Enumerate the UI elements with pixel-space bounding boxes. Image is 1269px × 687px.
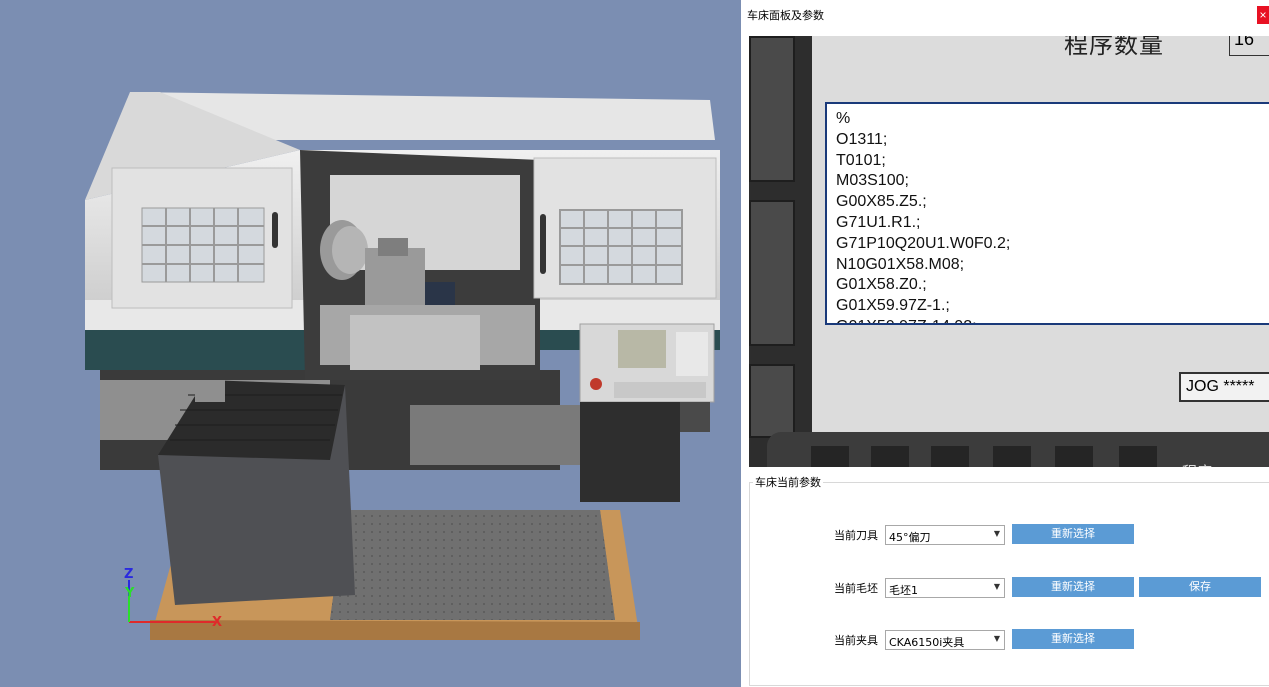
chevron-down-icon: ▼: [993, 529, 1000, 538]
program-line: O1311;: [836, 130, 888, 148]
close-button[interactable]: ×: [1257, 6, 1269, 24]
program-count-title: 程序数量: [1064, 36, 1164, 59]
program-count-box: 16: [1229, 36, 1269, 56]
lathe-params-group: 车床当前参数 当前刀具 45°偏刀 ▼ 重新选择 当前毛坯 毛坯1 ▼ 重新选择…: [749, 474, 1269, 687]
program-code-area[interactable]: % O1311; T0101; M03S100; G00X85.Z5.; G71U1.R1…: [825, 102, 1269, 325]
blank-save-button[interactable]: 保存: [1139, 577, 1261, 597]
tool-label: 当前刀具: [834, 529, 878, 542]
softkey-2[interactable]: [871, 446, 909, 467]
cnc-side-key-2[interactable]: [749, 200, 795, 346]
lathe-panel-window: 车床面板及参数 × 程序数量 16 % O1311; T0101; M03S100; G…: [741, 0, 1269, 687]
fixture-label: 当前夹具: [834, 634, 878, 647]
cnc-side-key-3[interactable]: [749, 364, 795, 438]
softkey-6[interactable]: [1119, 446, 1157, 467]
program-line: G01X58.Z0.;: [836, 276, 927, 294]
program-line: T0101;: [836, 151, 886, 169]
program-line: %: [836, 110, 851, 127]
y-axis-label: Y: [125, 586, 135, 601]
softkey-5[interactable]: [1055, 446, 1093, 467]
program-line: N10G01X58.M08;: [836, 255, 965, 273]
program-line: G71P10Q20U1.W0F0.2;: [836, 234, 1011, 252]
fixture-select[interactable]: CKA6150i夹具 ▼: [885, 630, 1005, 650]
fixture-reselect-button[interactable]: 重新选择: [1012, 629, 1134, 649]
blank-select[interactable]: 毛坯1 ▼: [885, 578, 1005, 598]
panel-title: 车床面板及参数: [747, 9, 824, 22]
cnc-screen: 程序数量 16 % O1311; T0101; M03S100; G00X85.Z5.;…: [812, 36, 1269, 432]
tool-select-value: 45°偏刀: [889, 531, 931, 544]
softkey-program-label[interactable]: 程序: [1182, 461, 1212, 467]
cnc-panel: 程序数量 16 % O1311; T0101; M03S100; G00X85.Z5.;…: [749, 36, 1269, 467]
blank-label: 当前毛坯: [834, 582, 878, 595]
cnc-side-key-1[interactable]: [749, 36, 795, 182]
program-line: G01X59.97Z-1.;: [836, 297, 950, 315]
program-line: G00X85.Z5.;: [836, 193, 927, 211]
tool-select[interactable]: 45°偏刀 ▼: [885, 525, 1005, 545]
lathe-model[interactable]: [0, 0, 741, 687]
params-legend: 车床当前参数: [753, 474, 823, 490]
softkey-4[interactable]: [993, 446, 1031, 467]
mode-status: JOG *****: [1179, 372, 1269, 402]
chevron-down-icon: ▼: [993, 582, 1000, 591]
z-axis-label: Z: [124, 567, 134, 582]
fixture-select-value: CKA6150i夹具: [889, 636, 965, 649]
softkey-3[interactable]: [931, 446, 969, 467]
chevron-down-icon: ▼: [993, 634, 1000, 643]
tool-post: [365, 248, 425, 308]
tool-reselect-button[interactable]: 重新选择: [1012, 524, 1134, 544]
3d-viewport[interactable]: Z Y X: [0, 0, 741, 687]
blank-reselect-button[interactable]: 重新选择: [1012, 577, 1134, 597]
program-line: M03S100;: [836, 172, 909, 190]
blank-select-value: 毛坯1: [889, 584, 918, 597]
program-line: G71U1.R1.;: [836, 213, 921, 231]
program-line: G01X59.97Z-14.02;: [836, 317, 1269, 323]
softkey-1[interactable]: [811, 446, 849, 467]
x-axis-label: X: [212, 615, 223, 630]
